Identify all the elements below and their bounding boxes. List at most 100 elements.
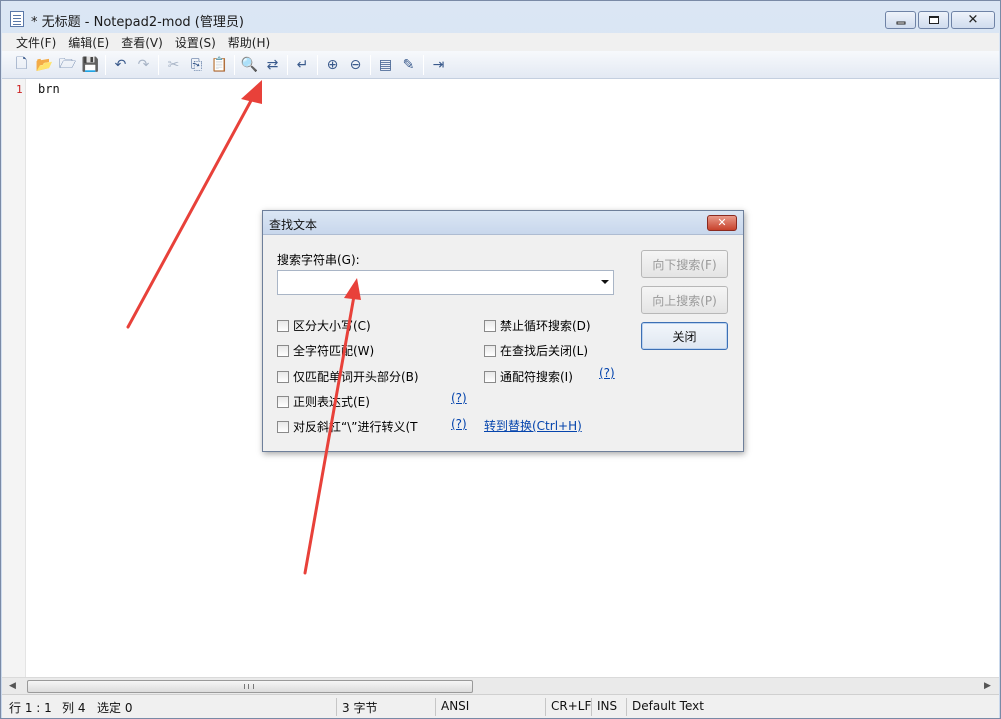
status-divider <box>591 698 592 716</box>
checkbox-label: 在查找后关闭(L) <box>500 344 589 358</box>
find-dialog: 查找文本 ✕ 搜索字符串(G): 区分大小写(C) 全字符匹配(W) 仅匹配单词… <box>262 210 744 452</box>
toolbar-separator <box>234 54 235 75</box>
scroll-left-icon[interactable]: ◀ <box>5 680 20 693</box>
checkbox-label: 禁止循环搜索(D) <box>500 319 591 333</box>
checkbox-box[interactable] <box>277 370 289 383</box>
status-position: 行 1 : 1 <box>9 701 52 715</box>
paste-icon[interactable]: 📋 <box>208 54 231 76</box>
chevron-down-icon[interactable] <box>601 280 609 284</box>
toolbar-separator <box>287 54 288 75</box>
line-number: 1 <box>16 83 23 96</box>
status-divider <box>626 698 627 716</box>
horizontal-scrollbar[interactable]: ◀ ▶ <box>2 677 999 694</box>
replace-icon[interactable]: ⇄ <box>261 54 284 76</box>
find-icon[interactable]: 🔍 <box>238 54 261 76</box>
checkbox-label: 全字符匹配(W) <box>293 344 375 358</box>
menu-bar: 文件(F) 编辑(E) 查看(V) 设置(S) 帮助(H) <box>2 33 999 51</box>
line-number-gutter: 1 <box>2 79 26 677</box>
search-label: 搜索字符串(G): <box>277 253 360 267</box>
checkbox-box[interactable] <box>484 370 496 383</box>
status-selection: 选定 0 <box>97 701 133 715</box>
status-column: 列 4 <box>62 701 86 715</box>
menu-edit[interactable]: 编辑(E) <box>62 33 115 51</box>
scrollbar-thumb[interactable] <box>27 680 473 693</box>
maximize-button[interactable] <box>918 11 949 29</box>
maximize-icon <box>928 16 939 24</box>
status-scheme[interactable]: Default Text <box>632 699 704 713</box>
window-title: * 无标题 - Notepad2-mod (管理员) <box>31 15 244 30</box>
toolbar-separator <box>370 54 371 75</box>
checkbox-label: 仅匹配单词开头部分(B) <box>293 370 419 384</box>
checkbox-label: 正则表达式(E) <box>293 395 370 409</box>
status-divider <box>336 698 337 716</box>
checkbox-label: 通配符搜索(I) <box>500 370 573 384</box>
zoom-out-icon[interactable]: ⊖ <box>344 54 367 76</box>
dialog-close-button[interactable]: ✕ <box>707 215 737 231</box>
no-wrap-checkbox[interactable]: 禁止循环搜索(D) <box>484 317 591 334</box>
dialog-close-action-button[interactable]: 关闭 <box>641 322 728 350</box>
backslash-help-link[interactable]: (?) <box>451 417 467 431</box>
dialog-title: 查找文本 <box>269 218 318 232</box>
checkbox-box[interactable] <box>484 344 496 357</box>
word-start-checkbox[interactable]: 仅匹配单词开头部分(B) <box>277 368 419 385</box>
toolbar-separator <box>158 54 159 75</box>
cut-icon[interactable]: ✂ <box>162 54 185 76</box>
toolbar-separator <box>105 54 106 75</box>
close-after-find-checkbox[interactable]: 在查找后关闭(L) <box>484 342 588 359</box>
regex-checkbox[interactable]: 正则表达式(E) <box>277 393 370 410</box>
grip-icon <box>244 684 254 689</box>
checkbox-box[interactable] <box>484 319 496 332</box>
status-mode[interactable]: INS <box>597 699 617 713</box>
save-icon[interactable]: 💾 <box>79 54 102 76</box>
whole-word-checkbox[interactable]: 全字符匹配(W) <box>277 342 374 359</box>
browse-icon[interactable]: 🗁 <box>56 54 79 76</box>
dialog-title-bar[interactable]: 查找文本 ✕ <box>263 211 743 235</box>
wildcard-checkbox[interactable]: 通配符搜索(I) <box>484 368 573 385</box>
copy-icon[interactable]: ⎘ <box>185 54 208 76</box>
scheme-icon[interactable]: ▤ <box>374 54 397 76</box>
regex-help-link[interactable]: (?) <box>451 391 467 405</box>
redo-icon[interactable]: ↷ <box>132 54 155 76</box>
match-case-checkbox[interactable]: 区分大小写(C) <box>277 317 371 334</box>
toolbar-separator <box>423 54 424 75</box>
toolbar-separator <box>317 54 318 75</box>
menu-help[interactable]: 帮助(H) <box>222 33 276 51</box>
status-encoding[interactable]: ANSI <box>441 699 469 713</box>
backslash-escape-checkbox[interactable]: 对反斜杠“\”进行转义(T <box>277 418 418 435</box>
notepad-app-icon <box>10 11 24 27</box>
new-file-icon[interactable]: 🗋 <box>10 54 33 76</box>
window-controls: ✕ <box>885 11 995 29</box>
wildcard-help-link[interactable]: (?) <box>599 366 615 380</box>
status-eol[interactable]: CR+LF <box>551 699 591 713</box>
status-size: 3 字节 <box>342 701 378 715</box>
goto-replace-link[interactable]: 转到替换(Ctrl+H) <box>484 417 582 434</box>
status-bar: 行 1 : 1 列 4 选定 0 3 字节 ANSI CR+LF INS Def… <box>2 694 999 718</box>
menu-settings[interactable]: 设置(S) <box>169 33 222 51</box>
find-previous-button[interactable]: 向上搜索(P) <box>641 286 728 314</box>
close-icon: ✕ <box>717 216 727 229</box>
undo-icon[interactable]: ↶ <box>109 54 132 76</box>
minimize-button[interactable] <box>885 11 916 29</box>
close-button[interactable]: ✕ <box>951 11 995 29</box>
zoom-in-icon[interactable]: ⊕ <box>321 54 344 76</box>
menu-file[interactable]: 文件(F) <box>10 33 62 51</box>
checkbox-label: 区分大小写(C) <box>293 319 371 333</box>
checkbox-box[interactable] <box>277 344 289 357</box>
scroll-right-icon[interactable]: ▶ <box>980 680 995 693</box>
search-input[interactable] <box>277 270 614 295</box>
checkbox-label: 对反斜杠“\”进行转义(T <box>293 420 418 434</box>
status-divider <box>435 698 436 716</box>
status-divider <box>545 698 546 716</box>
customize-icon[interactable]: ✎ <box>397 54 420 76</box>
editor-line-text[interactable]: brn <box>38 82 60 96</box>
word-wrap-icon[interactable]: ↵ <box>291 54 314 76</box>
checkbox-box[interactable] <box>277 319 289 332</box>
exit-icon[interactable]: ⇥ <box>427 54 450 76</box>
open-folder-icon[interactable]: 📂 <box>33 54 56 76</box>
checkbox-box[interactable] <box>277 420 289 433</box>
checkbox-box[interactable] <box>277 395 289 408</box>
find-next-button[interactable]: 向下搜索(F) <box>641 250 728 278</box>
menu-view[interactable]: 查看(V) <box>115 33 169 51</box>
close-icon: ✕ <box>967 12 979 28</box>
title-bar[interactable]: * 无标题 - Notepad2-mod (管理员) ✕ <box>1 1 1000 33</box>
